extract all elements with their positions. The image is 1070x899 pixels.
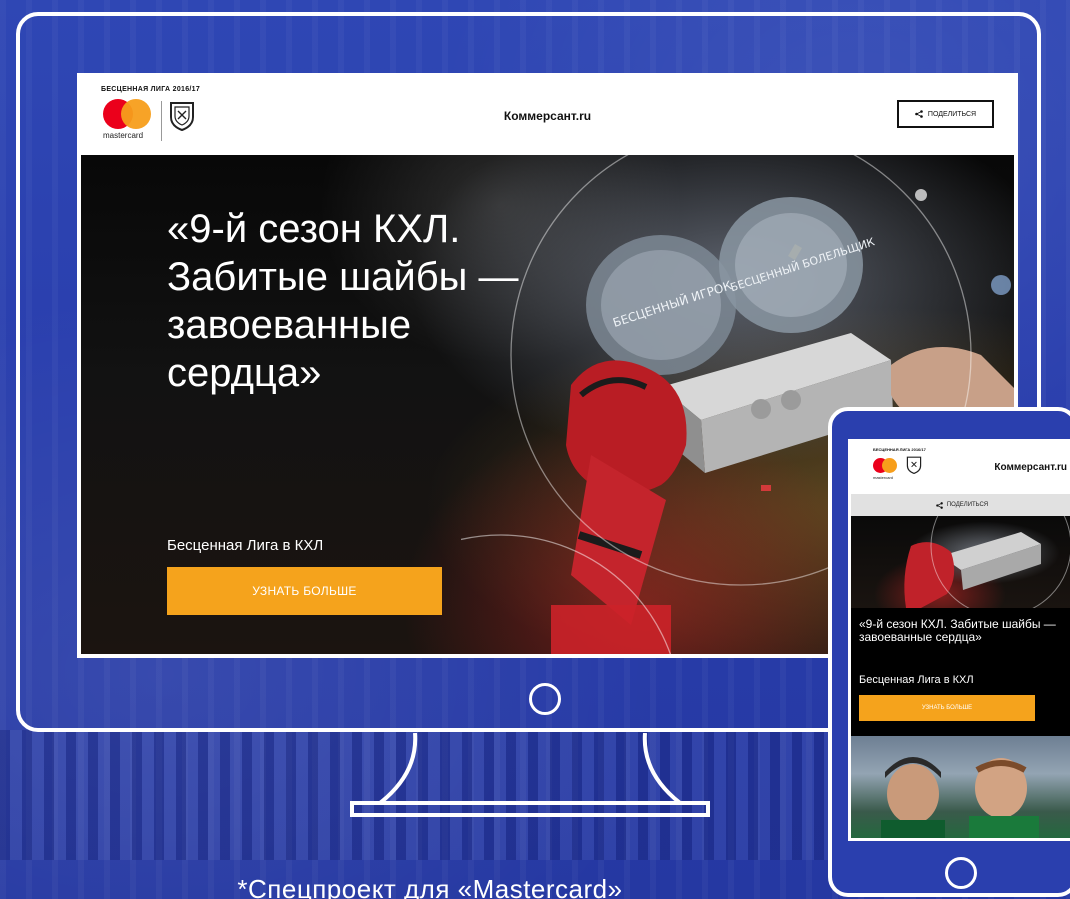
mobile-share-label: ПОДЕЛИТЬСЯ [946, 502, 989, 508]
mobile-site-brand[interactable]: Коммерсант.ru [994, 462, 1067, 473]
site-header: БЕСЦЕННАЯ ЛИГА 2016/17 mastercard Коммер… [81, 77, 1014, 155]
mobile-header: БЕСЦЕННАЯ ЛИГА 2016/17 mastercard Коммер… [851, 442, 1070, 494]
mobile-league-label: БЕСЦЕННАЯ ЛИГА 2016/17 [873, 447, 926, 452]
caption: *Спецпроект для «Mastercard» [237, 874, 623, 899]
mobile-mastercard-logo[interactable]: mastercard [873, 458, 901, 482]
mobile-hero-trophy-image [904, 516, 1070, 608]
league-label: БЕСЦЕННАЯ ЛИГА 2016/17 [101, 86, 201, 93]
mobile-screen: БЕСЦЕННАЯ ЛИГА 2016/17 mastercard Коммер… [848, 439, 1070, 841]
learn-more-button[interactable]: УЗНАТЬ БОЛЬШЕ [167, 567, 442, 615]
mobile-share-icon [936, 501, 943, 509]
mobile-hero-title: «9-й сезон КХЛ. Забитые шайбы — завоеван… [859, 617, 1056, 645]
share-icon [915, 110, 923, 118]
monitor-power-button [529, 683, 561, 715]
mobile-hero-subtitle: Бесценная Лига в КХЛ [859, 674, 974, 686]
hero-subtitle: Бесценная Лига в КХЛ [167, 537, 324, 554]
mobile-fans-photo-figures [881, 757, 1039, 838]
monitor-stand [350, 733, 710, 817]
mobile-mastercard-yellow-circle [882, 458, 897, 473]
site-brand[interactable]: Коммерсант.ru [81, 109, 1014, 123]
mobile-share-button[interactable]: ПОДЕЛИТЬСЯ [851, 494, 1070, 516]
mobile-mastercard-wordmark: mastercard [873, 475, 894, 480]
mastercard-logo[interactable]: mastercard [103, 99, 155, 147]
hero-title: «9-й сезон КХЛ. Забитые шайбы — завоеван… [167, 207, 519, 395]
mobile-learn-more-button[interactable]: УЗНАТЬ БОЛЬШЕ [859, 695, 1035, 721]
mobile-khl-shield-icon[interactable] [906, 456, 922, 474]
share-label: ПОДЕЛИТЬСЯ [927, 110, 977, 118]
phone-frame: БЕСЦЕННАЯ ЛИГА 2016/17 mastercard Коммер… [828, 407, 1070, 897]
phone-home-button [945, 857, 977, 889]
share-button[interactable]: ПОДЕЛИТЬСЯ [897, 100, 994, 128]
mastercard-wordmark: mastercard [103, 131, 144, 140]
